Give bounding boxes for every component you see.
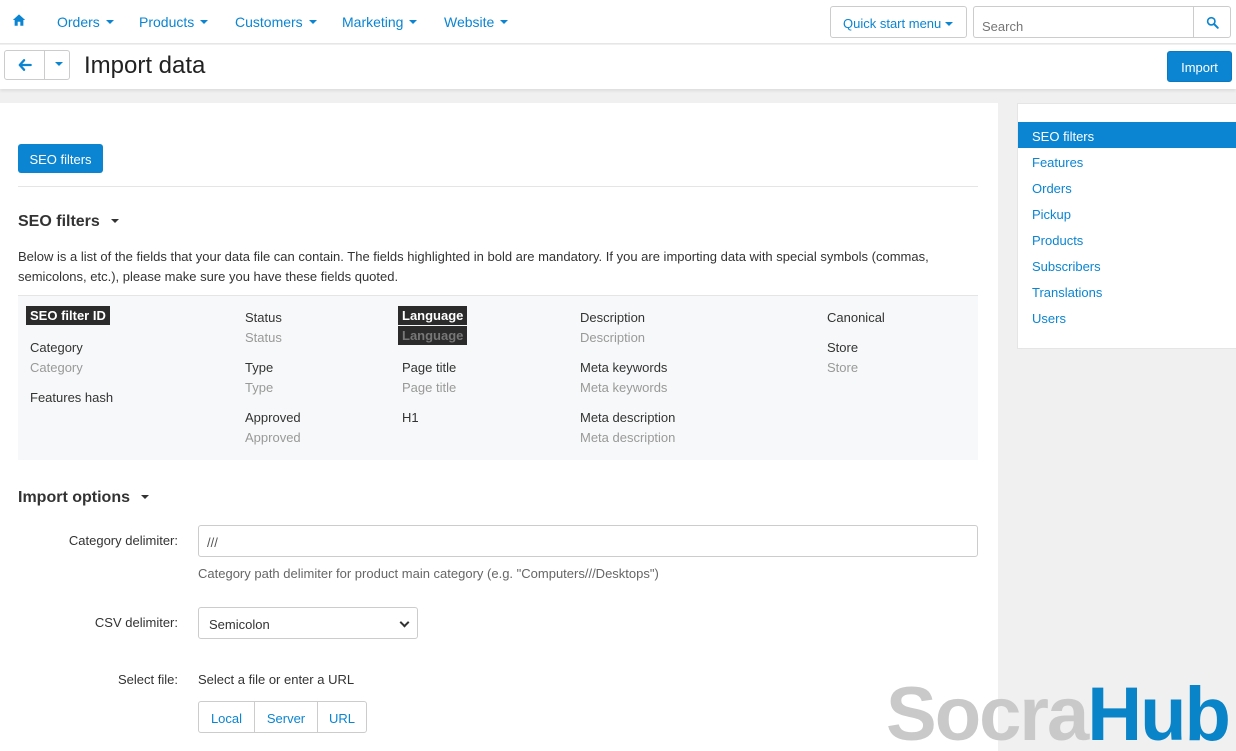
- caret-down-icon: [105, 20, 114, 25]
- file-source-server-button[interactable]: Server: [254, 701, 318, 733]
- caret-down-icon: [409, 20, 418, 25]
- nav-menu-label: Products: [139, 14, 195, 30]
- nav-menu-website[interactable]: Website: [444, 14, 509, 30]
- nav-menu-customers[interactable]: Customers: [235, 14, 317, 30]
- section-toggle-seo-filters[interactable]: SEO filters: [18, 213, 119, 231]
- sidebar-item-subscribers[interactable]: Subscribers: [1018, 252, 1236, 278]
- watermark-logo: SocraHub: [886, 677, 1231, 751]
- field-type: Type: [245, 360, 274, 375]
- top-navigation: Orders Products Customers Marketing Webs…: [0, 0, 1236, 44]
- field-store-hint: Store: [827, 360, 859, 375]
- page-title: Import data: [84, 52, 206, 79]
- field-category: Category: [30, 340, 83, 355]
- fields-description: Below is a list of the fields that your …: [18, 249, 929, 284]
- sidebar-item-features[interactable]: Features: [1018, 148, 1236, 174]
- field-meta-keywords-hint: Meta keywords: [580, 380, 668, 395]
- home-icon[interactable]: [12, 13, 26, 27]
- nav-menu-products[interactable]: Products: [139, 14, 209, 30]
- category-delimiter-input[interactable]: ///: [198, 525, 978, 557]
- field-status: Status: [245, 310, 282, 325]
- sidebar-item-seo-filters[interactable]: SEO filters: [1018, 122, 1236, 148]
- watermark-text: Hub: [1087, 672, 1231, 751]
- tab-seo-filters[interactable]: SEO filters: [18, 144, 103, 173]
- caret-down-icon: [110, 218, 119, 223]
- field-features-hash: Features hash: [30, 390, 114, 405]
- caret-down-icon: [945, 21, 954, 26]
- caret-down-icon: [55, 62, 63, 66]
- sidebar-item-orders[interactable]: Orders: [1018, 174, 1236, 200]
- nav-menu-label: Orders: [57, 14, 100, 30]
- back-history-dropdown[interactable]: [44, 50, 70, 80]
- field-approved-hint: Approved: [245, 430, 301, 445]
- main-content: SEO filters SEO filters Below is a list …: [0, 103, 998, 751]
- import-button[interactable]: Import: [1167, 51, 1232, 82]
- caret-down-icon: [308, 20, 317, 25]
- field-type-hint: Type: [245, 380, 274, 395]
- chevron-down-icon: [399, 617, 410, 628]
- nav-menu-label: Marketing: [342, 14, 404, 30]
- csv-delimiter-label: CSV delimiter:: [94, 615, 178, 630]
- nav-menu-orders[interactable]: Orders: [57, 14, 114, 30]
- field-category-hint: Category: [30, 360, 83, 375]
- field-h1: H1: [402, 410, 419, 425]
- divider: [18, 186, 978, 187]
- quick-start-menu-button[interactable]: Quick start menu: [830, 6, 967, 38]
- select-file-label: Select file:: [118, 672, 178, 687]
- field-description-hint: Description: [580, 330, 646, 345]
- field-status-hint: Status: [245, 330, 282, 345]
- category-delimiter-label: Category delimiter:: [68, 533, 178, 548]
- select-file-hint: Select a file or enter a URL: [198, 672, 355, 687]
- field-canonical: Canonical: [827, 310, 885, 325]
- category-delimiter-help: Category path delimiter for product main…: [198, 566, 659, 581]
- back-button[interactable]: [4, 50, 45, 80]
- caret-down-icon: [140, 494, 149, 499]
- file-source-url-button[interactable]: URL: [317, 701, 367, 733]
- sidebar-item-pickup[interactable]: Pickup: [1018, 200, 1236, 226]
- arrow-left-icon: [18, 59, 32, 71]
- field-description: Description: [580, 310, 646, 325]
- search-button[interactable]: [1193, 6, 1231, 38]
- csv-delimiter-value: Semicolon: [209, 617, 270, 632]
- quick-start-label: Quick start menu: [843, 16, 942, 31]
- caret-down-icon: [200, 20, 209, 25]
- field-store: Store: [827, 340, 859, 355]
- field-page-title: Page title: [402, 360, 457, 375]
- fields-list: SEO filter ID Category Category Features…: [18, 295, 978, 460]
- nav-menu-label: Website: [444, 14, 495, 30]
- field-language: Language: [398, 306, 468, 325]
- nav-menu-label: Customers: [235, 14, 303, 30]
- caret-down-icon: [500, 20, 509, 25]
- field-meta-keywords: Meta keywords: [580, 360, 668, 375]
- field-meta-description: Meta description: [580, 410, 676, 425]
- sidebar-item-users[interactable]: Users: [1018, 304, 1236, 330]
- search-icon: [1206, 16, 1219, 29]
- nav-menu-marketing[interactable]: Marketing: [342, 14, 418, 30]
- page-toolbar: Import data Import: [0, 45, 1236, 89]
- section-title: Import options: [18, 489, 130, 506]
- field-approved: Approved: [245, 410, 301, 425]
- file-source-local-button[interactable]: Local: [198, 701, 255, 733]
- section-toggle-import-options[interactable]: Import options: [18, 489, 149, 507]
- field-meta-description-hint: Meta description: [580, 430, 676, 445]
- sidebar-item-translations[interactable]: Translations: [1018, 278, 1236, 304]
- field-page-title-hint: Page title: [402, 380, 457, 395]
- search-input[interactable]: [973, 6, 1194, 38]
- field-seo-filter-id: SEO filter ID: [26, 306, 110, 325]
- section-title: SEO filters: [18, 213, 100, 230]
- field-language-hint: Language: [398, 326, 468, 345]
- sidebar-import-types: SEO filters Features Orders Pickup Produ…: [1017, 103, 1236, 349]
- sidebar-item-products[interactable]: Products: [1018, 226, 1236, 252]
- watermark-text: Socra: [886, 672, 1089, 751]
- csv-delimiter-select[interactable]: Semicolon: [198, 607, 418, 639]
